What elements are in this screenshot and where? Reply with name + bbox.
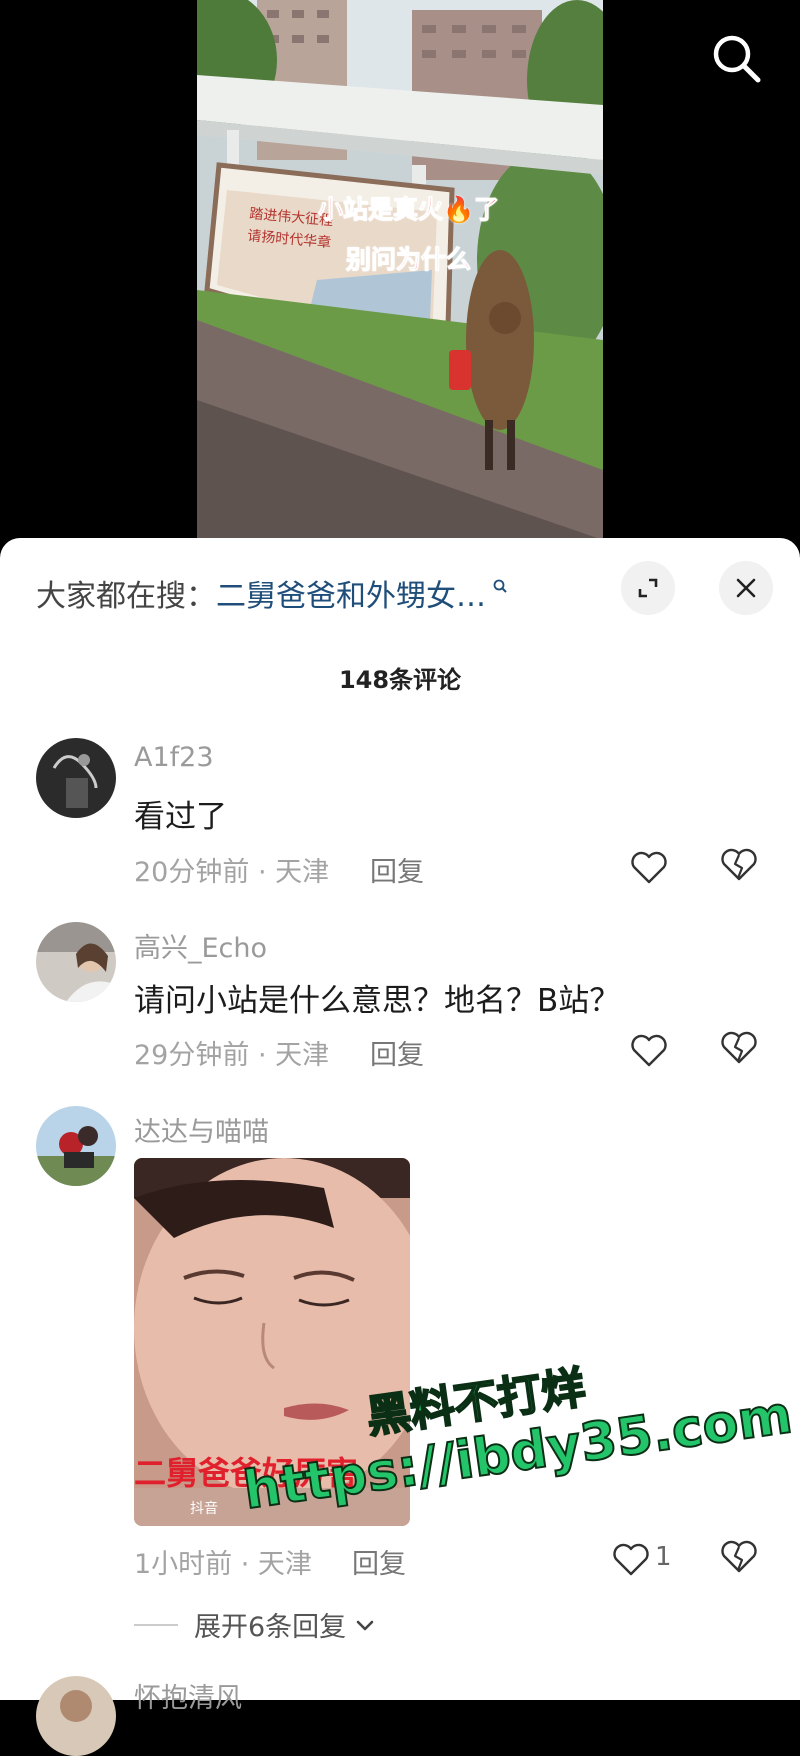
like-count: 1 bbox=[655, 1542, 672, 1572]
video-caption-line2: 别问为什么 bbox=[345, 245, 472, 275]
tiktok-logo-watermark: 抖音 bbox=[190, 1501, 218, 1517]
search-button[interactable] bbox=[706, 28, 766, 88]
chevron-down-icon bbox=[356, 1620, 374, 1630]
search-suggestion-prefix: 大家都在搜： bbox=[36, 579, 216, 614]
avatar[interactable] bbox=[36, 1106, 116, 1186]
reply-button[interactable]: 回复 bbox=[370, 850, 424, 889]
broken-heart-icon bbox=[721, 848, 757, 881]
like-button[interactable] bbox=[630, 848, 670, 888]
broken-heart-icon bbox=[721, 1540, 757, 1573]
comment-username[interactable]: 达达与喵喵 bbox=[134, 1110, 269, 1149]
comment-username[interactable]: 怀抱清风 bbox=[134, 1676, 242, 1715]
like-button[interactable] bbox=[630, 1031, 670, 1071]
video-caption-line1: 小站是真火🔥了 bbox=[317, 195, 500, 225]
expand-icon bbox=[638, 578, 658, 598]
divider bbox=[134, 1623, 178, 1626]
like-button[interactable] bbox=[612, 1540, 652, 1580]
heart-icon bbox=[631, 1034, 667, 1067]
search-suggestion-query[interactable]: 二舅爸爸和外甥女… bbox=[216, 571, 486, 615]
comment-text: 看过了 bbox=[134, 799, 227, 835]
reply-button[interactable]: 回复 bbox=[352, 1542, 406, 1581]
video-player[interactable]: 踏进伟大征程 请扬时代华章 小站是真火🔥了 别问为什么 bbox=[0, 0, 800, 540]
dislike-button[interactable] bbox=[720, 1540, 760, 1580]
comment-text: 请问小站是什么意思？地名？B站？ bbox=[134, 983, 621, 1019]
comment-meta: 1小时前 · 天津 bbox=[134, 1549, 312, 1580]
search-icon bbox=[713, 35, 761, 83]
heart-icon bbox=[613, 1543, 649, 1576]
comment-username[interactable]: 高兴_Echo bbox=[134, 926, 267, 965]
dislike-button[interactable] bbox=[720, 848, 760, 888]
close-icon bbox=[736, 578, 756, 598]
comment-meta: 20分钟前 · 天津 bbox=[134, 857, 330, 888]
expand-replies-label: 展开6条回复 bbox=[194, 1612, 347, 1643]
expand-button[interactable] bbox=[621, 561, 675, 615]
search-icon bbox=[493, 579, 507, 593]
comment-count: 148条评论 bbox=[338, 666, 462, 694]
avatar[interactable] bbox=[36, 1676, 116, 1756]
comment-username[interactable]: A1f23 bbox=[134, 742, 214, 773]
broken-heart-icon bbox=[721, 1031, 757, 1064]
comment-meta: 29分钟前 · 天津 bbox=[134, 1040, 330, 1071]
heart-icon bbox=[631, 851, 667, 884]
close-button[interactable] bbox=[719, 561, 773, 615]
reply-button[interactable]: 回复 bbox=[370, 1033, 424, 1072]
avatar[interactable] bbox=[36, 738, 116, 818]
avatar[interactable] bbox=[36, 922, 116, 1002]
dislike-button[interactable] bbox=[720, 1031, 760, 1071]
expand-replies-button[interactable]: 展开6条回复 bbox=[134, 1605, 378, 1644]
search-suggestion[interactable]: 大家都在搜： 二舅爸爸和外甥女… bbox=[36, 568, 508, 618]
